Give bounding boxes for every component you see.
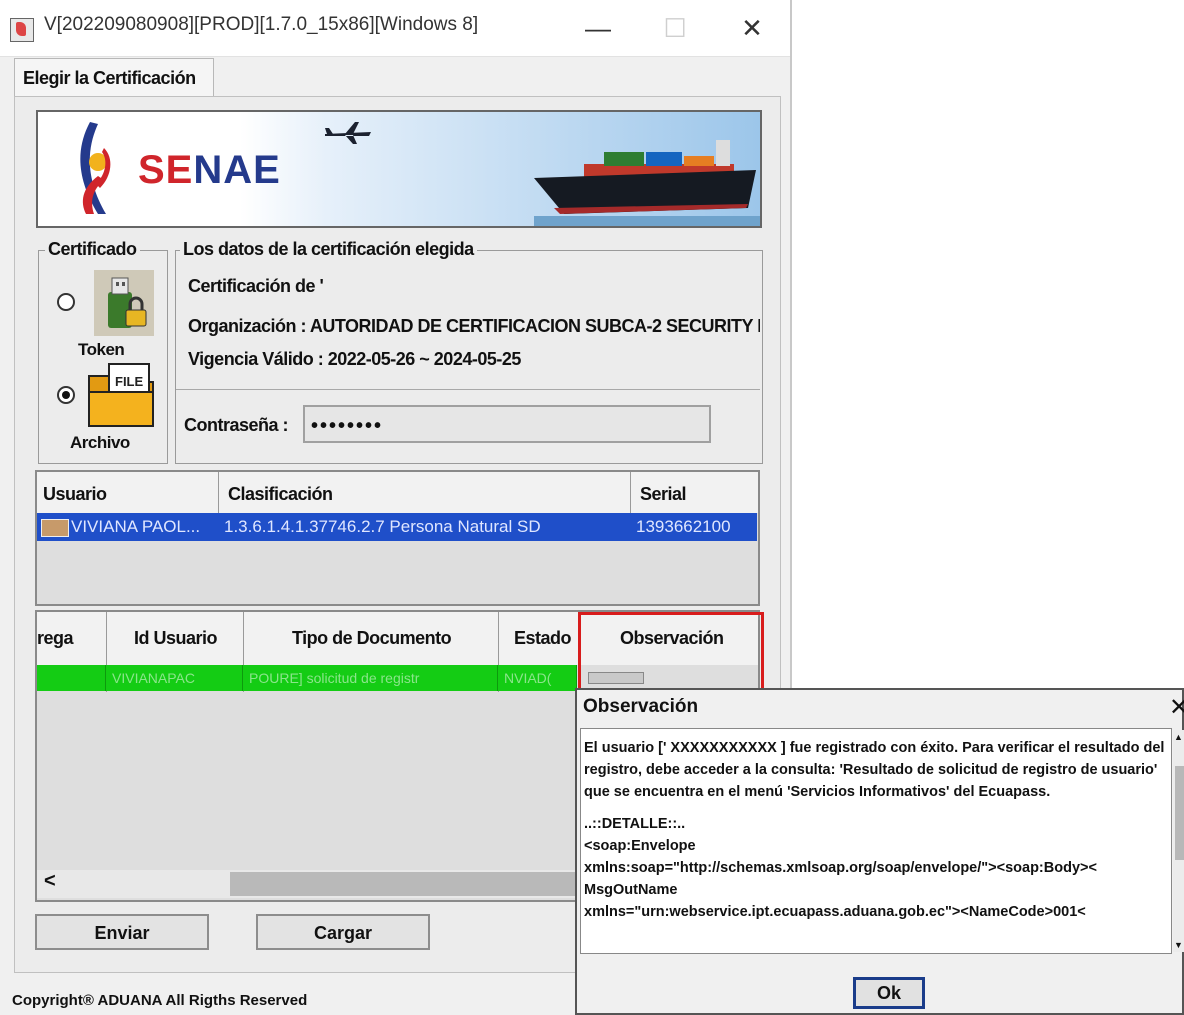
title-bar: V[202209080908][PROD][1.7.0_15x86][Windo… bbox=[0, 0, 790, 57]
dialog-close-button[interactable]: ✕ bbox=[1169, 693, 1184, 722]
header-id-usuario[interactable]: Id Usuario bbox=[134, 628, 218, 649]
soap-line-1: <soap:Envelope bbox=[584, 838, 696, 854]
copyright-text: Copyright® ADUANA All Rigths Reserved bbox=[12, 992, 308, 1009]
tab-elegir-certificacion[interactable]: Elegir la Certificación bbox=[14, 58, 214, 97]
header-usuario[interactable]: Usuario bbox=[43, 484, 107, 505]
password-field[interactable]: •••••••• bbox=[303, 405, 711, 443]
datos-legend: Los datos de la certificación elegida bbox=[180, 239, 477, 260]
scroll-up-arrow[interactable]: ▲ bbox=[1174, 732, 1183, 742]
cell-clasificacion: 1.3.6.1.4.1.37746.2.7 Persona Natural SD bbox=[224, 517, 541, 536]
token-label: Token bbox=[78, 340, 125, 359]
scroll-left-arrow[interactable]: < bbox=[44, 870, 56, 893]
senae-logo-icon bbox=[80, 122, 111, 214]
observacion-highlight-box bbox=[578, 612, 764, 694]
header-entrega[interactable]: rega bbox=[37, 628, 74, 649]
senae-brand: SENAE bbox=[138, 148, 281, 192]
enviar-button[interactable]: Enviar bbox=[35, 914, 209, 950]
archivo-radio[interactable] bbox=[57, 386, 75, 404]
table-row-selected[interactable]: VIVIANA PAOL... 1.3.6.1.4.1.37746.2.7 Pe… bbox=[37, 513, 757, 541]
soap-line-3: MsgOutName bbox=[584, 882, 678, 898]
certificacion-de-text: Certificación de ' bbox=[188, 276, 324, 296]
cell-estado: NVIAD( bbox=[498, 665, 577, 691]
detalle-heading: ..::DETALLE::.. bbox=[584, 816, 686, 832]
file-folder-icon: FILE bbox=[88, 363, 154, 427]
cargo-ship-icon bbox=[534, 140, 760, 226]
svg-text:FILE: FILE bbox=[115, 374, 143, 389]
table-row-document[interactable]: VIVIANAPAC POURE] solicitud de registr N… bbox=[37, 665, 577, 691]
soap-line-2: xmlns:soap="http://schemas.xmlsoap.org/s… bbox=[584, 860, 1097, 876]
datos-divider bbox=[176, 389, 760, 390]
organizacion-text: Organización : AUTORIDAD DE CERTIFICACIO… bbox=[188, 316, 760, 336]
header-estado[interactable]: Estado bbox=[514, 628, 572, 649]
maximize-button: ☐ bbox=[663, 13, 687, 43]
cargar-button[interactable]: Cargar bbox=[256, 914, 430, 950]
close-button[interactable]: ✕ bbox=[722, 10, 782, 48]
certificado-legend: Certificado bbox=[45, 239, 140, 260]
cell-id-usuario: VIVIANAPAC bbox=[106, 665, 243, 691]
header-clasificacion[interactable]: Clasificación bbox=[228, 484, 333, 505]
cell-entrega bbox=[37, 665, 106, 691]
java-app-icon bbox=[10, 18, 34, 42]
archivo-label: Archivo bbox=[70, 433, 130, 452]
observacion-message: El usuario [' XXXXXXXXXXX ] fue registra… bbox=[584, 740, 1169, 800]
observacion-text-area[interactable]: El usuario [' XXXXXXXXXXX ] fue registra… bbox=[580, 728, 1172, 954]
usb-token-icon bbox=[94, 270, 154, 336]
scroll-down-arrow[interactable]: ▼ bbox=[1174, 940, 1183, 950]
vigencia-text: Vigencia Válido : 2022-05-26 ~ 2024-05-2… bbox=[188, 349, 521, 369]
cell-usuario: VIVIANA PAOL... bbox=[71, 517, 201, 536]
soap-line-4: xmlns="urn:webservice.ipt.ecuapass.aduan… bbox=[584, 904, 1086, 920]
scrollbar-thumb[interactable] bbox=[230, 872, 577, 896]
password-label: Contraseña : bbox=[184, 415, 289, 435]
cell-serial: 1393662100 bbox=[636, 517, 731, 536]
ok-button[interactable]: Ok bbox=[853, 977, 925, 1009]
dialog-title: Observación bbox=[583, 696, 699, 717]
window-title: V[202209080908][PROD][1.7.0_15x86][Windo… bbox=[44, 14, 479, 35]
observacion-dialog: Observación ✕ El usuario [' XXXXXXXXXXX … bbox=[575, 688, 1184, 1015]
cell-tipo-documento: POURE] solicitud de registr bbox=[243, 665, 498, 691]
token-radio[interactable] bbox=[57, 293, 75, 311]
header-tipo-documento[interactable]: Tipo de Documento bbox=[292, 628, 452, 649]
vertical-scrollbar-thumb[interactable] bbox=[1175, 766, 1184, 860]
senae-banner: SENAE bbox=[36, 110, 762, 228]
user-cert-icon bbox=[41, 519, 69, 537]
minimize-button[interactable]: — bbox=[568, 10, 628, 48]
header-serial[interactable]: Serial bbox=[640, 484, 687, 505]
airplane-icon bbox=[325, 122, 371, 144]
